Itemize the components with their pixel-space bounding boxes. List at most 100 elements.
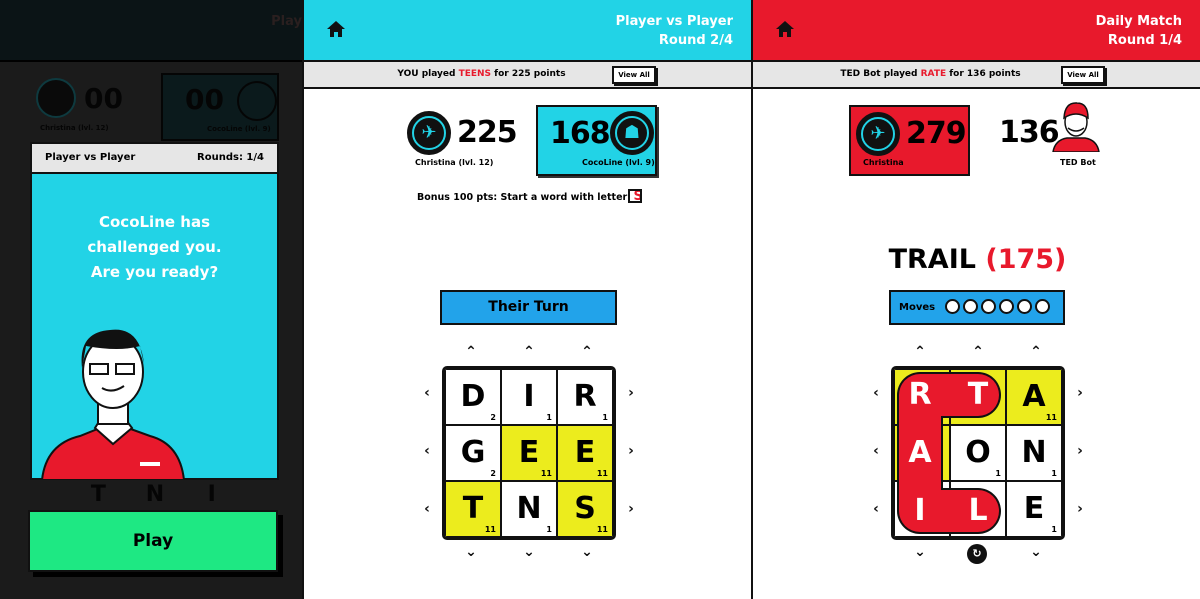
round-indicator: Round 2/4 — [658, 33, 733, 48]
header-title: Daily Match Round 1/4 — [1096, 12, 1182, 50]
shift-left-arrow[interactable]: ‹ — [869, 501, 883, 517]
view-all-button[interactable]: View All — [612, 66, 656, 84]
shift-down-arrow[interactable]: ⌄ — [522, 544, 536, 560]
background-tiles: T N I — [70, 482, 240, 510]
player1-name: Christina (lvl. 12) — [40, 124, 109, 132]
shift-up-arrow[interactable]: ⌃ — [522, 344, 536, 360]
shift-left-arrow[interactable]: ‹ — [420, 443, 434, 459]
player1-name: Christina (lvl. 12) — [415, 158, 494, 167]
shift-right-arrow[interactable]: › — [624, 385, 638, 401]
grid-cell[interactable]: T 11 — [445, 481, 501, 537]
turn-indicator: Their Turn — [440, 290, 617, 325]
cell-letter: E — [518, 435, 540, 470]
last-play-word: TEENS — [458, 69, 492, 79]
grid-cell[interactable]: E 11 — [557, 425, 613, 481]
shift-right-arrow[interactable]: › — [624, 501, 638, 517]
last-play-prefix: YOU played — [397, 69, 459, 79]
grid-cell[interactable]: I1 — [501, 369, 557, 425]
player1-name: Christina — [863, 158, 904, 167]
word-text: TRAIL — [888, 244, 976, 275]
player1-score: 00 — [84, 82, 123, 115]
last-play-message: TED Bot played RATE for 136 points — [753, 62, 1108, 87]
shift-up-arrow[interactable]: ⌃ — [464, 344, 478, 360]
letter-points: 1 — [602, 413, 608, 422]
shuffle-icon[interactable]: ↻ — [967, 544, 987, 564]
shift-right-arrow[interactable]: › — [624, 443, 638, 459]
player2-name: TED Bot — [1060, 158, 1096, 167]
modal-rounds: Rounds: 1/4 — [197, 152, 264, 163]
player2-name: CocoLine (lvl. 9) — [207, 125, 271, 133]
shift-down-arrow[interactable]: ⌄ — [913, 544, 927, 560]
play-button[interactable]: Play — [28, 510, 278, 572]
challenge-text: CocoLine has challenged you. — [87, 213, 222, 256]
view-all-button[interactable]: View All — [1061, 66, 1105, 84]
shift-down-arrow[interactable]: ⌄ — [1029, 544, 1043, 560]
header: Daily Match Round 1/4 — [753, 0, 1200, 60]
tile: T — [90, 482, 106, 507]
dimmed-header: Play — [0, 0, 302, 62]
planet-icon: ✈ — [407, 111, 451, 155]
game-mode: Daily Match — [1095, 14, 1182, 29]
player2-box: 168 ☗ CocoLine (lvl. 9) — [536, 105, 657, 176]
ghost-icon — [237, 81, 277, 121]
shift-left-arrow[interactable]: ‹ — [869, 385, 883, 401]
player2-score: 168 — [550, 116, 611, 151]
shift-up-arrow[interactable]: ⌃ — [971, 344, 985, 360]
letter-points: 11 — [596, 525, 608, 534]
home-icon[interactable] — [775, 19, 795, 39]
selected-letter: R — [908, 377, 932, 412]
cell-letter: I — [523, 379, 535, 414]
challenge-modal: Player vs Player Rounds: 1/4 CocoLine ha… — [30, 142, 279, 480]
grid-cell[interactable]: D2 — [445, 369, 501, 425]
grid-cell[interactable]: N1 — [501, 481, 557, 537]
cell-letter: G — [460, 435, 486, 470]
home-icon[interactable] — [326, 19, 346, 39]
player1-score: 279 — [906, 116, 967, 151]
grid-cell[interactable]: R1 — [557, 369, 613, 425]
shift-down-arrow[interactable]: ⌄ — [464, 544, 478, 560]
cell-letter: S — [574, 491, 596, 526]
last-play-suffix: for 225 points — [491, 69, 566, 79]
shift-up-arrow[interactable]: ⌃ — [913, 344, 927, 360]
move-dot — [981, 299, 996, 314]
ted-bot-avatar — [1052, 102, 1100, 152]
shift-left-arrow[interactable]: ‹ — [420, 501, 434, 517]
player2-score: 136 — [999, 115, 1060, 150]
move-dot — [999, 299, 1014, 314]
letter-points: 11 — [540, 469, 552, 478]
player1-score: 225 — [457, 115, 518, 150]
shift-right-arrow[interactable]: › — [1073, 385, 1087, 401]
moves-label: Moves — [899, 302, 936, 313]
last-play-message: YOU played TEENS for 225 points — [304, 62, 659, 87]
shift-up-arrow[interactable]: ⌃ — [580, 344, 594, 360]
last-play-word: RATE — [920, 69, 947, 79]
shift-left-arrow[interactable]: ‹ — [420, 385, 434, 401]
cell-letter: N — [516, 491, 542, 526]
player1-avatar — [36, 78, 76, 118]
bonus-text: Bonus 100 pts: Start a word with letter — [417, 192, 628, 203]
shift-left-arrow[interactable]: ‹ — [869, 443, 883, 459]
letter-grid-wrap: RTA11AO1N1ILE1 RTAIL — [891, 366, 1065, 540]
tile: N — [145, 482, 165, 507]
last-play-bar: YOU played TEENS for 225 points View All — [304, 60, 751, 89]
last-play-suffix: for 136 points — [946, 69, 1021, 79]
cell-letter: E — [574, 435, 596, 470]
grid-cell[interactable]: G2 — [445, 425, 501, 481]
move-dot — [1017, 299, 1032, 314]
bonus-checkbox[interactable] — [628, 189, 642, 203]
player2-score: 00 — [185, 83, 224, 116]
tile: I — [207, 482, 216, 507]
letter-points: 1 — [546, 413, 552, 422]
ghost-icon: ☗ — [610, 111, 654, 155]
grid-cell[interactable]: E 11 — [501, 425, 557, 481]
header-title: Player vs Player Round 2/4 — [616, 12, 733, 50]
shift-up-arrow[interactable]: ⌃ — [1029, 344, 1043, 360]
shift-right-arrow[interactable]: › — [1073, 501, 1087, 517]
grid-cell[interactable]: S 11 — [557, 481, 613, 537]
cell-letter: T — [462, 491, 484, 526]
shift-right-arrow[interactable]: › — [1073, 443, 1087, 459]
opponent-avatar-illustration — [40, 329, 186, 480]
player1-box: ✈ 279 Christina — [849, 105, 970, 176]
last-play-prefix: TED Bot played — [840, 69, 921, 79]
shift-down-arrow[interactable]: ⌄ — [580, 544, 594, 560]
